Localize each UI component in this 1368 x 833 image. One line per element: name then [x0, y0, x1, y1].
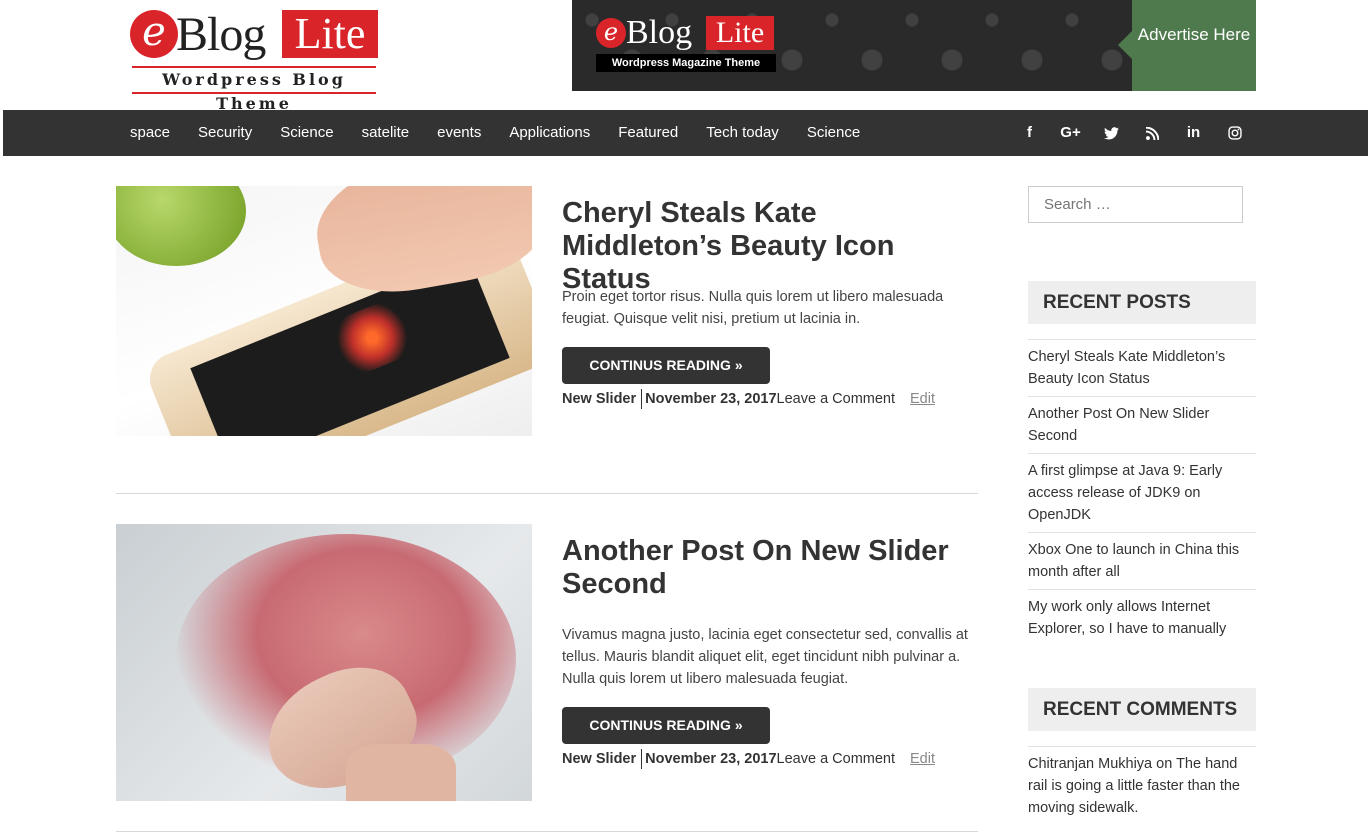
- nav-item-security[interactable]: Security: [184, 110, 266, 156]
- leave-comment-link[interactable]: Leave a Comment: [777, 749, 895, 769]
- continue-reading-button[interactable]: CONTINUS READING »: [562, 347, 770, 384]
- neck-graphic: [346, 744, 456, 801]
- main-navigation: space Security Science satelite events A…: [3, 110, 1368, 156]
- nav-item-featured[interactable]: Featured: [604, 110, 692, 156]
- edit-post-link[interactable]: Edit: [910, 389, 935, 409]
- recent-post-link[interactable]: A first glimpse at Java 9: Early access …: [1028, 453, 1256, 532]
- nav-item-events[interactable]: events: [423, 110, 495, 156]
- nav-item-science-2[interactable]: Science: [793, 110, 874, 156]
- recent-post-link[interactable]: My work only allows Internet Explorer, s…: [1028, 589, 1256, 646]
- logo-tagline: Wordpress Blog Theme: [132, 66, 376, 113]
- recent-comments-list: Chitranjan Mukhiya on The hand rail is g…: [1028, 746, 1256, 825]
- recent-post-link[interactable]: Another Post On New Slider Second: [1028, 396, 1256, 453]
- site-logo[interactable]: e Blog Lite Wordpress Blog Theme: [130, 8, 378, 113]
- ad-logo-e-mark: e: [596, 18, 626, 48]
- continue-reading-button[interactable]: CONTINUS READING »: [562, 707, 770, 744]
- post-date[interactable]: November 23, 2017: [645, 389, 776, 409]
- google-plus-icon[interactable]: G+: [1050, 110, 1091, 156]
- linkedin-icon[interactable]: in: [1173, 110, 1214, 156]
- post-thumbnail-phone[interactable]: [116, 186, 532, 436]
- nav-item-tech-today[interactable]: Tech today: [692, 110, 793, 156]
- ad-logo: e Blog Lite Wordpress Magazine Theme: [596, 14, 776, 74]
- recent-posts-list: Cheryl Steals Kate Middleton’s Beauty Ic…: [1028, 339, 1256, 646]
- advertise-here-button[interactable]: Advertise Here: [1118, 0, 1256, 91]
- nav-item-science[interactable]: Science: [266, 110, 347, 156]
- edit-post-link[interactable]: Edit: [910, 749, 935, 769]
- logo-e-mark: e: [130, 10, 178, 58]
- ad-logo-tagline: Wordpress Magazine Theme: [596, 54, 776, 72]
- recent-comments-title: RECENT COMMENTS: [1028, 688, 1256, 731]
- post-meta: New Slider November 23, 2017 Leave a Com…: [562, 749, 935, 769]
- facebook-icon[interactable]: f: [1009, 110, 1050, 156]
- nav-item-satelite[interactable]: satelite: [348, 110, 424, 156]
- twitter-icon[interactable]: [1091, 110, 1132, 156]
- search-input[interactable]: [1028, 186, 1243, 223]
- recent-posts-title: RECENT POSTS: [1028, 281, 1256, 324]
- post-date[interactable]: November 23, 2017: [645, 749, 776, 769]
- post-divider: [116, 493, 978, 494]
- post-title[interactable]: Cheryl Steals Kate Middleton’s Beauty Ic…: [562, 197, 982, 296]
- ad-logo-lite-badge: Lite: [706, 16, 774, 50]
- comment-on-text: on: [1152, 756, 1177, 772]
- leave-comment-link[interactable]: Leave a Comment: [777, 389, 895, 409]
- instagram-icon[interactable]: [1214, 110, 1255, 156]
- header-ad-banner[interactable]: e Blog Lite Wordpress Magazine Theme Adv…: [572, 0, 1256, 91]
- social-links: f G+ in: [1009, 110, 1255, 156]
- recent-post-link[interactable]: Cheryl Steals Kate Middleton’s Beauty Ic…: [1028, 339, 1256, 396]
- post-thumbnail-hair[interactable]: [116, 524, 532, 801]
- ad-logo-blog-text: Blog: [626, 14, 693, 51]
- post-divider: [116, 831, 978, 832]
- recent-post-link[interactable]: Xbox One to launch in China this month a…: [1028, 532, 1256, 589]
- logo-blog-text: Blog: [176, 8, 266, 61]
- logo-lite-badge: Lite: [282, 10, 378, 58]
- post-title[interactable]: Another Post On New Slider Second: [562, 535, 982, 601]
- post-meta: New Slider November 23, 2017 Leave a Com…: [562, 389, 935, 409]
- rss-icon[interactable]: [1132, 110, 1173, 156]
- recent-comment-item: Chitranjan Mukhiya on The hand rail is g…: [1028, 746, 1256, 825]
- post-category-link[interactable]: New Slider: [562, 389, 643, 409]
- post-excerpt: Proin eget tortor risus. Nulla quis lore…: [562, 289, 944, 327]
- nav-item-applications[interactable]: Applications: [495, 110, 604, 156]
- apple-graphic: [116, 186, 246, 266]
- nav-item-space[interactable]: space: [116, 110, 184, 156]
- comment-author-link[interactable]: Chitranjan Mukhiya: [1028, 756, 1152, 772]
- post-excerpt: Vivamus magna justo, lacinia eget consec…: [562, 627, 968, 687]
- post-category-link[interactable]: New Slider: [562, 749, 643, 769]
